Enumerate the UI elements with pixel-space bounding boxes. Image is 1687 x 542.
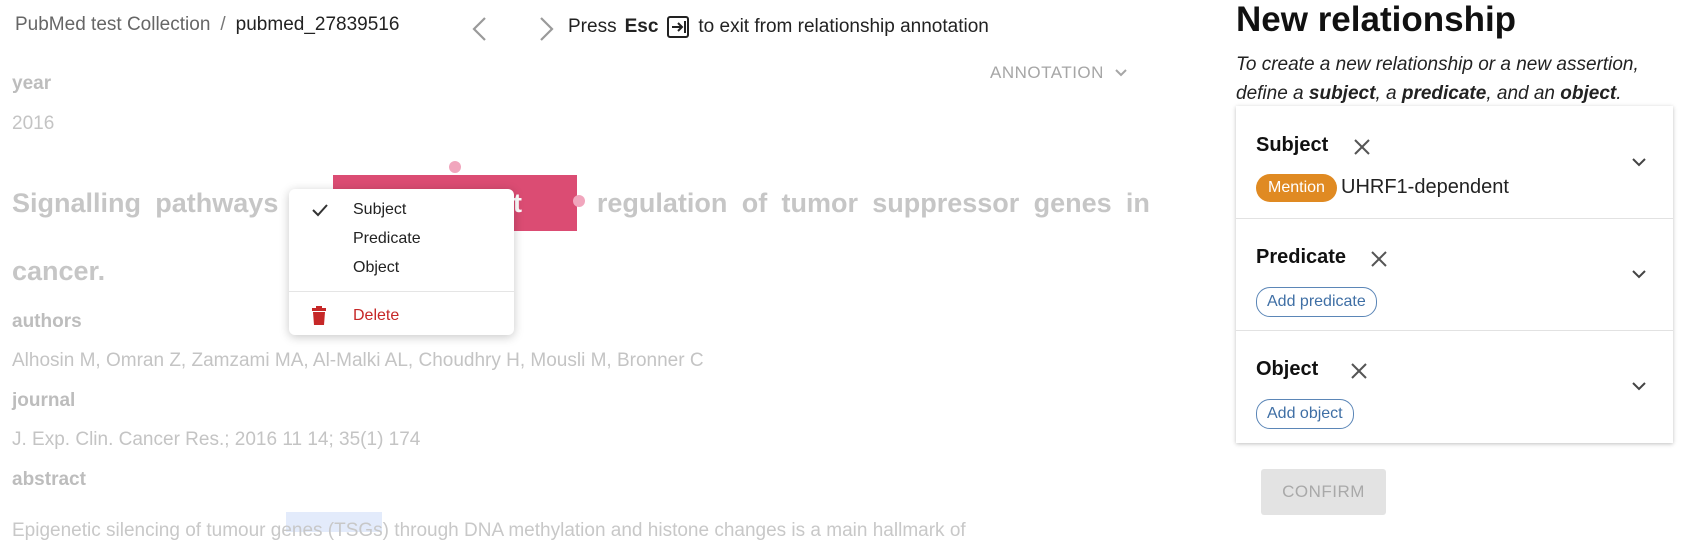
document-title-line1: Signalling pathways regulation of tumor … <box>12 188 1150 219</box>
expand-subject-icon[interactable] <box>1629 152 1649 172</box>
escape-hint-suffix: to exit from relationship annotation <box>698 16 989 37</box>
expand-object-icon[interactable] <box>1629 376 1649 396</box>
breadcrumb: PubMed test Collection / pubmed_27839516 <box>15 14 399 36</box>
menu-item-object[interactable]: Object <box>289 254 514 282</box>
panel-title: New relationship <box>1236 0 1517 39</box>
subject-title: Subject <box>1256 134 1329 156</box>
clear-subject-icon[interactable] <box>1351 136 1373 158</box>
subject-section[interactable]: Subject Mention UHRF1-dependent <box>1236 106 1673 219</box>
escape-hint: Press Esc to exit from relationship anno… <box>568 15 989 39</box>
journal-value: J. Exp. Clin. Cancer Res.; 2016 11 14; 3… <box>12 429 421 450</box>
authors-label: authors <box>12 311 82 332</box>
menu-item-subject[interactable]: Subject <box>289 196 514 224</box>
trash-icon <box>312 306 326 325</box>
chevron-left-icon <box>472 17 486 41</box>
subject-value: UHRF1-dependent <box>1341 176 1509 198</box>
year-label: year <box>12 73 52 94</box>
mention-context-menu: Subject Predicate Object Delete <box>289 189 514 335</box>
menu-item-label: Predicate <box>353 230 421 247</box>
desc-subject: subject <box>1308 83 1376 104</box>
confirm-button[interactable]: CONFIRM <box>1261 469 1386 515</box>
menu-divider <box>289 291 514 292</box>
menu-item-label: Subject <box>353 201 407 218</box>
chevron-right-icon <box>540 17 554 41</box>
abstract-label: abstract <box>12 469 86 490</box>
annotation-dropdown[interactable]: ANNOTATION <box>990 63 1128 83</box>
object-section[interactable]: Object Add object <box>1236 330 1673 442</box>
desc-text: . <box>1616 83 1622 104</box>
title-word: pathways <box>155 188 279 218</box>
add-predicate-button[interactable]: Add predicate <box>1256 287 1377 317</box>
title-word: tumor <box>781 188 858 218</box>
panel-description: To create a new relationship or a new as… <box>1236 50 1666 108</box>
desc-predicate: predicate <box>1401 83 1487 104</box>
menu-item-delete[interactable]: Delete <box>289 302 514 330</box>
next-document-button[interactable] <box>533 14 559 44</box>
escape-key-label: Esc <box>624 16 659 37</box>
annotation-dropdown-label: ANNOTATION <box>990 63 1104 82</box>
menu-item-label: Object <box>353 259 400 276</box>
document-title-line2: cancer. <box>12 256 106 286</box>
breadcrumb-collection[interactable]: PubMed test Collection <box>15 14 210 36</box>
title-word: of <box>741 188 768 218</box>
breadcrumb-separator: / <box>220 14 226 35</box>
desc-object: object <box>1560 83 1617 104</box>
mention-chip: Mention <box>1256 174 1337 202</box>
year-value: 2016 <box>12 113 55 134</box>
clear-object-icon[interactable] <box>1348 360 1370 382</box>
relationship-card: Subject Mention UHRF1-dependent Predicat… <box>1236 106 1673 443</box>
desc-text: , a <box>1375 83 1397 104</box>
exit-icon <box>667 16 690 38</box>
abstract-value: Epigenetic silencing of tumour genes (TS… <box>12 520 966 541</box>
title-word: suppressor <box>872 188 1020 218</box>
authors-value: Alhosin M, Omran Z, Zamzami MA, Al-Malki… <box>12 350 704 371</box>
desc-text: , and an <box>1486 83 1555 104</box>
journal-label: journal <box>12 390 76 411</box>
selection-handle-start[interactable] <box>449 161 461 173</box>
chevron-down-icon <box>1115 69 1127 77</box>
expand-predicate-icon[interactable] <box>1629 264 1649 284</box>
title-word: regulation <box>596 188 728 218</box>
check-icon <box>312 204 328 217</box>
predicate-title: Predicate <box>1256 246 1347 268</box>
previous-document-button[interactable] <box>467 14 493 44</box>
escape-hint-prefix: Press <box>568 16 617 37</box>
breadcrumb-document: pubmed_27839516 <box>235 14 400 35</box>
menu-item-predicate[interactable]: Predicate <box>289 225 514 253</box>
clear-predicate-icon[interactable] <box>1368 248 1390 270</box>
menu-item-label: Delete <box>353 307 400 324</box>
predicate-section[interactable]: Predicate Add predicate <box>1236 218 1673 331</box>
title-word: genes <box>1033 188 1112 218</box>
object-title: Object <box>1256 358 1319 380</box>
title-word: in <box>1125 188 1150 218</box>
add-object-button[interactable]: Add object <box>1256 399 1354 429</box>
title-word: Signalling <box>12 188 142 218</box>
